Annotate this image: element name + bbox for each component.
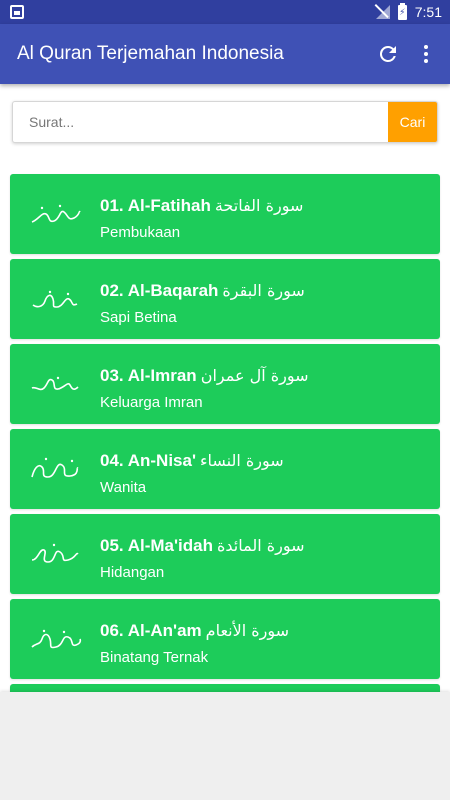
surah-title: 03. Al-Imran	[100, 366, 197, 385]
search-button[interactable]: Cari	[388, 102, 437, 142]
surah-title: 06. Al-An'am	[100, 621, 202, 640]
surah-title: 01. Al-Fatihah	[100, 196, 211, 215]
surah-item[interactable]: 06. Al-An'am سورة الأنعام Binatang Ternak	[10, 599, 440, 679]
surah-calligraphy-icon	[31, 204, 81, 223]
surah-arabic-name: سورة المائدة	[217, 536, 305, 555]
surah-list: 01. Al-Fatihah سورة الفاتحة Pembukaan 02.…	[10, 174, 440, 769]
surah-calligraphy-icon	[31, 457, 79, 478]
refresh-button[interactable]	[376, 42, 400, 66]
app-title: Al Quran Terjemahan Indonesia	[17, 43, 284, 64]
surah-calligraphy-icon	[31, 629, 82, 649]
bottom-panel	[0, 692, 450, 800]
surah-meaning: Binatang Ternak	[100, 649, 209, 666]
surah-arabic-name: سورة البقرة	[222, 281, 305, 300]
battery-charging-icon: ⚡	[397, 2, 407, 20]
surah-item[interactable]: 03. Al-Imran سورة آل عمران Keluarga Imran	[10, 344, 440, 424]
surah-arabic-name: سورة النساء	[200, 451, 284, 470]
surah-meaning: Sapi Betina	[100, 309, 177, 326]
status-icons: ⚡ 7:51	[375, 0, 442, 24]
surah-arabic-name: سورة الأنعام	[205, 621, 290, 640]
status-bar: ⚡ 7:51	[0, 0, 450, 24]
surah-calligraphy-icon	[32, 290, 78, 308]
surah-calligraphy-icon	[31, 376, 79, 391]
refresh-icon	[379, 45, 396, 62]
gallery-notification-icon	[10, 5, 24, 19]
surah-item[interactable]: 01. Al-Fatihah سورة الفاتحة Pembukaan	[10, 174, 440, 254]
app-bar: Al Quran Terjemahan Indonesia	[0, 24, 450, 84]
surah-item[interactable]: 05. Al-Ma'idah سورة المائدة Hidangan	[10, 514, 440, 594]
surah-meaning: Pembukaan	[100, 224, 181, 241]
surah-meaning: Keluarga Imran	[100, 394, 203, 411]
status-time: 7:51	[414, 4, 442, 20]
overflow-menu-button[interactable]	[414, 42, 438, 66]
surah-calligraphy-icon	[31, 543, 79, 563]
surah-item[interactable]: 04. An-Nisa' سورة النساء Wanita	[10, 429, 440, 509]
surah-title: 04. An-Nisa'	[100, 451, 196, 470]
surah-title: 02. Al-Baqarah	[100, 281, 219, 300]
surah-meaning: Wanita	[100, 479, 147, 496]
more-vert-icon	[424, 45, 428, 63]
search-bar: Cari	[12, 101, 438, 143]
search-input[interactable]	[13, 102, 388, 142]
surah-arabic-name: سورة الفاتحة	[214, 196, 304, 215]
surah-title: 05. Al-Ma'idah	[100, 536, 213, 555]
surah-meaning: Hidangan	[100, 564, 165, 581]
no-signal-icon	[375, 5, 390, 19]
surah-arabic-name: سورة آل عمران	[200, 366, 309, 385]
surah-item[interactable]: 02. Al-Baqarah سورة البقرة Sapi Betina	[10, 259, 440, 339]
